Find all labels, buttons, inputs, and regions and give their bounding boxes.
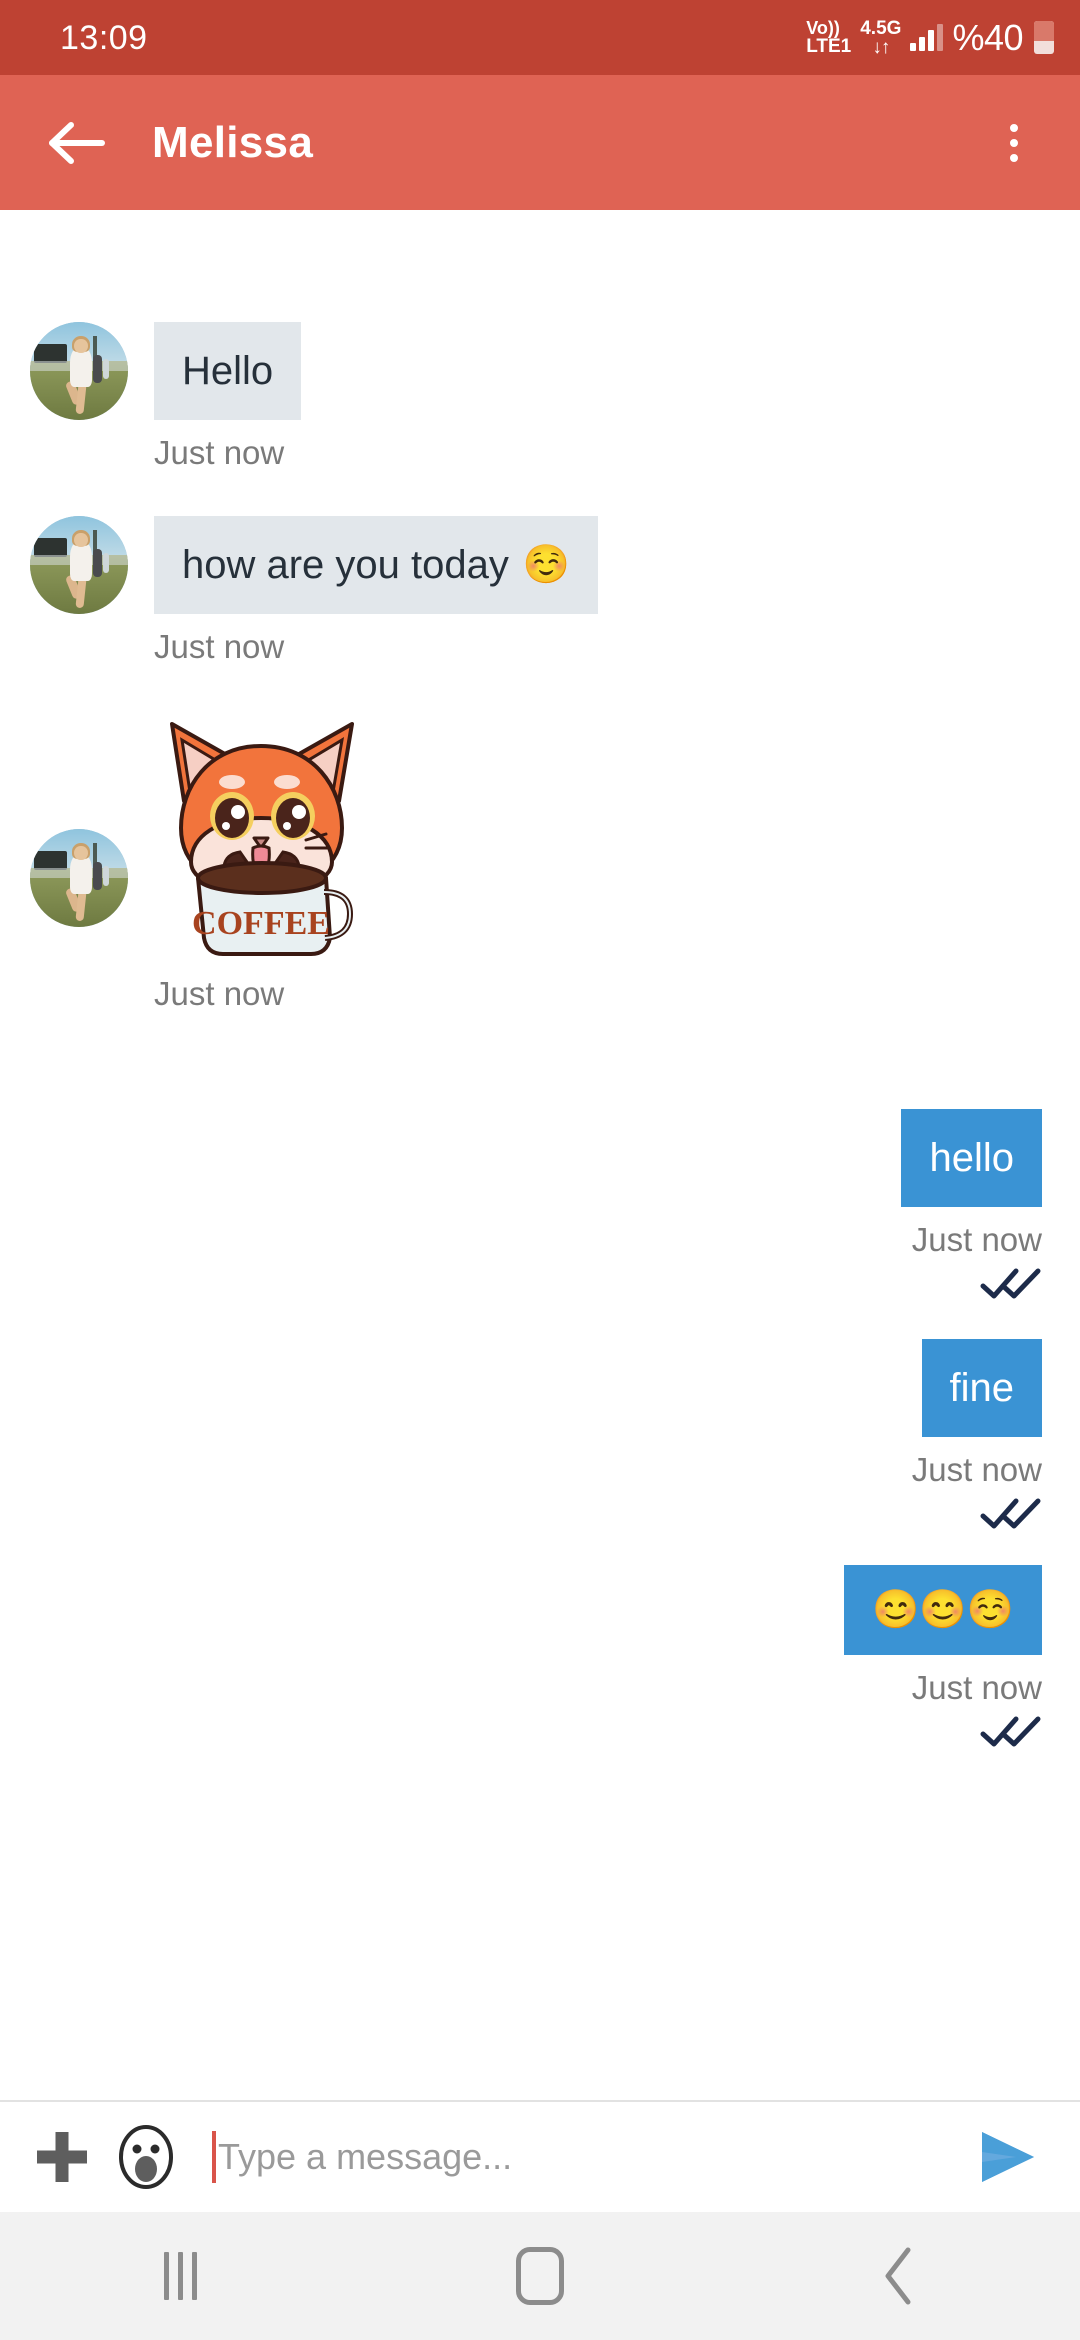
message-composer: Type a message...	[0, 2100, 1080, 2212]
message-content: how are you today ☺️ Just now	[128, 516, 599, 666]
status-clock: 13:09	[60, 18, 148, 57]
avatar[interactable]	[30, 829, 128, 927]
recents-icon[interactable]	[100, 2212, 260, 2340]
overflow-menu-icon[interactable]	[982, 103, 1046, 183]
message-text: hello	[929, 1136, 1014, 1180]
app-bar: Melissa	[0, 75, 1080, 210]
volte-label-top: Vo))	[806, 18, 840, 38]
signal-bars-icon	[910, 24, 944, 51]
chat-screen: 13:09 Vo)) LTE1 4.5G ↓↑ %40 Melissa Hell…	[0, 0, 1080, 2340]
status-bar: 13:09 Vo)) LTE1 4.5G ↓↑ %40	[0, 0, 1080, 75]
message-bubble[interactable]: fine	[921, 1339, 1042, 1437]
message-row-outgoing: fine Just now	[0, 1339, 1080, 1529]
home-icon[interactable]	[460, 2212, 620, 2340]
volte-indicator: Vo)) LTE1	[806, 19, 851, 56]
system-nav-bar	[0, 2212, 1080, 2340]
status-icons: Vo)) LTE1 4.5G ↓↑ %40	[806, 17, 1054, 59]
message-list[interactable]: Hello Just now how are you today ☺️ Just…	[0, 210, 1080, 2100]
message-timestamp: Just now	[154, 628, 285, 665]
message-text: Hello	[182, 349, 274, 393]
volte-label-bottom: LTE1	[806, 36, 852, 57]
network-generation-label: 4.5G	[860, 17, 902, 39]
text-caret	[212, 2131, 216, 2183]
message-row-incoming-sticker: COFFEE Just now	[0, 706, 1080, 1013]
message-bubble[interactable]: 😊😊☺️	[844, 1565, 1042, 1655]
message-row-outgoing: hello Just now	[0, 1109, 1080, 1299]
double-check-icon	[980, 1497, 1042, 1529]
data-transfer-arrows-icon: ↓↑	[872, 36, 890, 58]
relieved-face-emoji: ☺️	[522, 544, 571, 586]
message-content: Hello Just now	[128, 322, 302, 472]
network-type-indicator: 4.5G ↓↑	[860, 19, 901, 57]
avatar[interactable]	[30, 322, 128, 420]
fox-coffee-sticker[interactable]: COFFEE	[154, 706, 369, 961]
message-bubble[interactable]: hello	[901, 1109, 1042, 1207]
battery-percentage: %40	[952, 16, 1023, 58]
message-timestamp: Just now	[154, 975, 285, 1012]
double-check-icon	[980, 1715, 1042, 1747]
emoji-face-icon[interactable]	[108, 2119, 184, 2195]
message-bubble[interactable]: Hello	[154, 322, 302, 420]
smiling-faces-emoji: 😊😊☺️	[872, 1589, 1014, 1631]
page-title: Melissa	[152, 117, 314, 167]
sticker-label: COFFEE	[192, 905, 330, 942]
message-input-placeholder: Type a message...	[218, 2136, 513, 2177]
nav-back-icon[interactable]	[820, 2212, 980, 2340]
message-row-outgoing: 😊😊☺️ Just now	[0, 1565, 1080, 1747]
message-timestamp: Just now	[911, 1221, 1042, 1258]
message-timestamp: Just now	[154, 434, 285, 471]
message-row-incoming: how are you today ☺️ Just now	[0, 516, 1080, 666]
message-text: how are you today	[182, 543, 509, 587]
message-row-incoming: Hello Just now	[0, 322, 1080, 472]
message-text: fine	[949, 1366, 1015, 1410]
message-timestamp: Just now	[911, 1669, 1042, 1706]
send-icon[interactable]	[964, 2119, 1050, 2195]
plus-icon[interactable]	[24, 2119, 100, 2195]
message-content: COFFEE Just now	[154, 706, 369, 1013]
message-input[interactable]: Type a message...	[212, 2119, 964, 2195]
back-arrow-icon[interactable]	[42, 108, 112, 178]
double-check-icon	[980, 1267, 1042, 1299]
battery-icon	[1034, 21, 1054, 54]
avatar[interactable]	[30, 516, 128, 614]
message-bubble[interactable]: how are you today ☺️	[154, 516, 599, 614]
message-timestamp: Just now	[911, 1451, 1042, 1488]
